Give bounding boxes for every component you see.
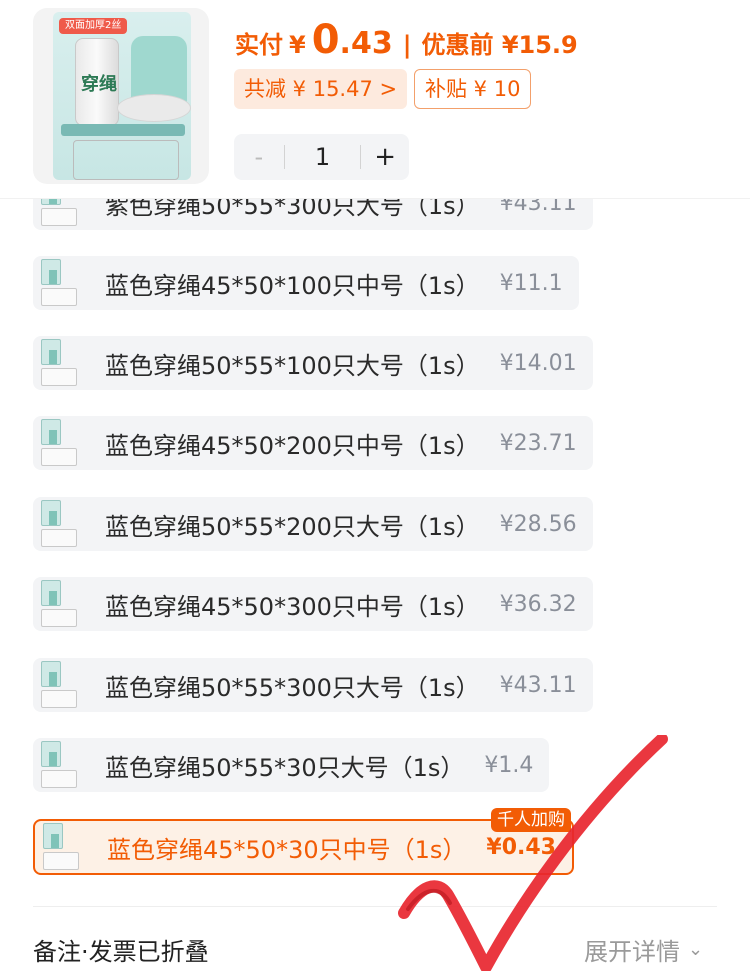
sku-thumbnail (41, 820, 81, 874)
decrease-button[interactable]: - (234, 143, 284, 171)
sku-option[interactable]: 蓝色穿绳45*50*100只中号（1s） ¥11.1 (33, 256, 579, 310)
hot-badge: 千人加购 (491, 808, 571, 832)
currency-symbol: ¥ (289, 31, 306, 59)
product-header: 双面加厚2丝 穿绳 实付 ¥ 0 .43 | 优惠前 ¥15.9 共减 ¥ 15… (0, 0, 750, 199)
sku-thumbnail (39, 738, 79, 792)
sku-thumbnail (39, 577, 79, 631)
increase-button[interactable]: + (361, 142, 409, 172)
expand-details-label: 展开详情 (584, 938, 680, 966)
sku-thumbnail (39, 336, 79, 390)
product-tag: 双面加厚2丝 (59, 18, 128, 34)
actual-pay-label: 实付 (235, 31, 283, 59)
sku-thumbnail (39, 497, 79, 551)
sku-option[interactable]: 蓝色穿绳45*50*200只中号（1s） ¥23.71 (33, 416, 593, 470)
sku-price: ¥36.32 (499, 591, 577, 617)
quantity-stepper: - 1 + (234, 134, 409, 180)
quantity-value[interactable]: 1 (285, 143, 361, 171)
sku-price: ¥23.71 (499, 430, 577, 456)
product-price-strip (61, 124, 185, 136)
product-image[interactable]: 双面加厚2丝 穿绳 (33, 8, 209, 184)
price-separator: | (402, 31, 412, 59)
price-integer: 0 (311, 17, 340, 63)
subsidy-chip: 补贴 ¥ 10 (414, 69, 532, 109)
sku-option[interactable]: 蓝色穿绳50*55*100只大号（1s） ¥14.01 (33, 336, 593, 390)
sku-name: 蓝色穿绳45*50*100只中号（1s） (105, 271, 480, 300)
sku-name: 蓝色穿绳45*50*300只中号（1s） (105, 592, 480, 621)
product-stand-art (117, 94, 191, 122)
sku-price: ¥1.4 (484, 752, 534, 778)
chevron-down-icon: ⌄ (688, 939, 704, 960)
sku-name: 蓝色穿绳50*55*300只大号（1s） (105, 673, 480, 702)
sku-option[interactable]: 蓝色穿绳50*55*200只大号（1s） ¥28.56 (33, 497, 593, 551)
sku-price: ¥0.43 (486, 834, 556, 860)
sku-price: ¥43.11 (499, 672, 577, 698)
sku-name: 蓝色穿绳50*55*30只大号（1s） (105, 753, 465, 782)
price-row: 实付 ¥ 0 .43 | 优惠前 ¥15.9 (235, 17, 578, 63)
product-can-label: 穿绳 (81, 74, 117, 95)
sku-price: ¥14.01 (499, 350, 577, 376)
expand-details-button[interactable]: 展开详情 ⌄ (584, 932, 703, 967)
price-decimal: .43 (339, 26, 393, 61)
sku-name: 蓝色穿绳50*55*100只大号（1s） (105, 351, 480, 380)
sku-option[interactable]: 蓝色穿绳50*55*300只大号（1s） ¥43.11 (33, 658, 593, 712)
sku-thumbnail (39, 416, 79, 470)
product-diagram-art (73, 140, 179, 180)
price-before-discount: 优惠前 ¥15.9 (421, 31, 578, 59)
sku-price: ¥28.56 (499, 511, 577, 537)
remark-invoice-label: 备注·发票已折叠 (33, 938, 209, 966)
sku-thumbnail (39, 256, 79, 310)
sku-price: ¥11.1 (499, 270, 563, 296)
total-discount-chip[interactable]: 共减 ¥ 15.47 > (234, 69, 408, 109)
sku-name: 蓝色穿绳45*50*30只中号（1s） (107, 835, 467, 864)
sku-option[interactable]: 蓝色穿绳50*55*30只大号（1s） ¥1.4 (33, 738, 550, 792)
sku-thumbnail (39, 658, 79, 712)
footer-divider (33, 906, 717, 907)
sku-name: 蓝色穿绳50*55*200只大号（1s） (105, 512, 480, 541)
sku-option[interactable]: 蓝色穿绳45*50*300只中号（1s） ¥36.32 (33, 577, 593, 631)
sku-name: 蓝色穿绳45*50*200只中号（1s） (105, 431, 480, 460)
